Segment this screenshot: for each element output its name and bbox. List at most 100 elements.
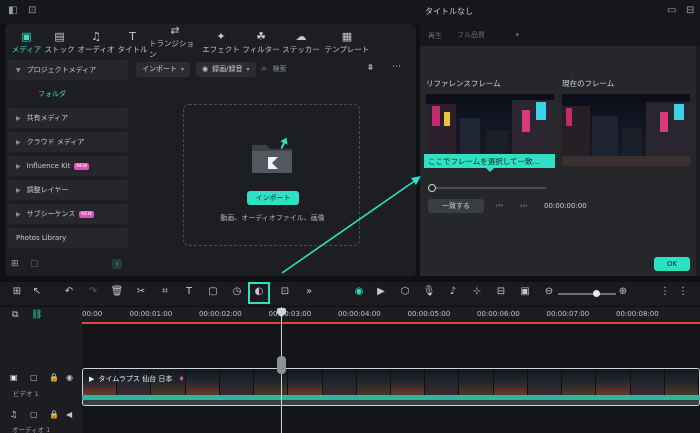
- more-tools-icon[interactable]: »: [302, 286, 316, 297]
- next-frame-icon[interactable]: ⏭: [520, 201, 527, 211]
- sidebar-item-label: プロジェクトメディア: [26, 66, 97, 74]
- audio-icon[interactable]: ♪: [446, 286, 460, 297]
- zoom-slider-handle[interactable]: [593, 290, 600, 297]
- sidebar-item-folder[interactable]: フォルダ: [8, 84, 128, 104]
- tab-title[interactable]: T タイトル: [116, 30, 149, 55]
- render-icon[interactable]: ◉: [352, 286, 366, 297]
- tab-template[interactable]: ▦ テンプレート: [321, 30, 373, 55]
- save-icon[interactable]: ⊡: [28, 5, 36, 16]
- zoom-slider-track[interactable]: [558, 293, 616, 295]
- screen-icon[interactable]: ▭: [667, 5, 676, 16]
- more-icon[interactable]: ⋯: [392, 62, 401, 72]
- tab-media[interactable]: ▣ メディア: [10, 30, 43, 55]
- split-scissors-icon[interactable]: ✂: [134, 286, 148, 297]
- search-input[interactable]: 検索: [273, 64, 287, 74]
- zoom-in-icon[interactable]: ⊕: [616, 286, 630, 297]
- frame-slider-handle[interactable]: [428, 184, 436, 192]
- sidebar-item-influence-kit[interactable]: ▶ Influence Kit NEW: [8, 156, 128, 176]
- ok-button[interactable]: OK: [654, 257, 690, 271]
- folder-icon[interactable]: ▢: [30, 373, 38, 382]
- more-options-icon[interactable]: ⋮: [676, 286, 690, 297]
- chevron-right-icon: ▶: [16, 186, 21, 194]
- track-height-icon[interactable]: ⋮: [658, 286, 672, 297]
- sidebar-item-photos-library[interactable]: Photos Library: [8, 228, 128, 248]
- zoom-out-icon[interactable]: ⊖: [542, 286, 556, 297]
- snap-icon[interactable]: ⊹: [470, 286, 484, 297]
- tab-filter[interactable]: ☘ フィルター: [241, 30, 281, 55]
- clip-title-bar: ▶ タイムラプス 仙台 日本 ♦: [89, 374, 185, 384]
- new-badge: NEW: [79, 210, 94, 218]
- timeline-tick-label: 00:00:02:00: [199, 310, 242, 318]
- chevron-down-icon: ▾: [181, 65, 185, 73]
- eye-icon[interactable]: ◉: [66, 373, 73, 382]
- effect-icon: ✦: [216, 29, 226, 43]
- sidebar-item-label: Influence Kit: [26, 162, 71, 170]
- redo-icon[interactable]: ↷: [86, 286, 100, 297]
- clip-thumbnail: [493, 369, 528, 395]
- lock-icon[interactable]: 🔒: [49, 410, 59, 419]
- filter-sort-icon[interactable]: ⩩: [368, 63, 373, 73]
- folder-icon[interactable]: ▢: [30, 410, 38, 419]
- window-title: タイトルなし: [425, 7, 473, 16]
- import-button[interactable]: インポート: [247, 191, 299, 205]
- quality-dropdown[interactable]: フル品質 ▾: [453, 28, 523, 42]
- match-button[interactable]: 一致する: [428, 199, 484, 213]
- undo-icon[interactable]: ↶: [62, 286, 76, 297]
- overlay-icon[interactable]: ▢: [206, 286, 220, 297]
- text-icon[interactable]: T: [182, 286, 196, 297]
- add-track-icon[interactable]: ⧉: [12, 310, 18, 320]
- panel-toggle-icon[interactable]: ◧: [8, 5, 17, 16]
- ai-tool-icon[interactable]: ⊡: [278, 286, 292, 297]
- sidebar-item-project-media[interactable]: ▼ プロジェクトメディア: [8, 60, 128, 80]
- clip-thumbnail: [390, 369, 426, 395]
- crop-icon[interactable]: ⌗: [158, 286, 172, 297]
- clip-thumbnail: [219, 369, 255, 395]
- collapse-sidebar-icon[interactable]: ‹: [112, 259, 122, 269]
- sidebar-item-label: Photos Library: [16, 234, 67, 242]
- import-dropdown[interactable]: インポート ▾: [136, 61, 191, 77]
- sidebar-item-shared-media[interactable]: ▶ 共有メディア: [8, 108, 128, 128]
- folder-icon[interactable]: ▢: [30, 259, 39, 269]
- sidebar-item-adjustment-layer[interactable]: ▶ 調整レイヤー: [8, 180, 128, 200]
- shield-icon[interactable]: ⬡: [398, 286, 412, 297]
- timeline-tick-label: 00:00:04:00: [338, 310, 381, 318]
- new-folder-icon[interactable]: ⊞: [11, 259, 19, 269]
- clip-title: タイムラプス 仙台 日本: [98, 375, 173, 383]
- video-clip[interactable]: ▶ タイムラプス 仙台 日本 ♦: [82, 368, 700, 406]
- sidebar-item-subsequence[interactable]: ▶ サブシーケンス NEW: [8, 204, 128, 224]
- timeline-tick-label: 00:00:07:00: [546, 310, 590, 318]
- caption-icon[interactable]: ⊟: [494, 286, 508, 297]
- layout-icon[interactable]: ⊟: [686, 5, 694, 16]
- play-preview-icon[interactable]: ▶: [374, 286, 388, 297]
- microphone-icon[interactable]: 🎙: [422, 286, 436, 297]
- import-dropdown-label: インポート: [142, 65, 177, 73]
- speaker-icon[interactable]: ◀: [66, 410, 72, 419]
- sidebar-item-cloud-media[interactable]: ▶ クラウド メディア: [8, 132, 128, 152]
- clip-thumbnail: [596, 369, 631, 395]
- timeline-ruler[interactable]: [82, 307, 700, 323]
- tab-sticker[interactable]: ☁ ステッカー: [281, 30, 321, 55]
- select-pointer-icon[interactable]: ↖: [30, 286, 44, 297]
- chevron-right-icon: ▶: [16, 162, 21, 170]
- lock-icon[interactable]: 🔒: [49, 373, 59, 382]
- clip-thumbnail: [322, 369, 357, 395]
- speed-icon[interactable]: ◷: [230, 286, 244, 297]
- prev-frame-icon[interactable]: ⏮: [496, 201, 503, 211]
- clip-thumbnail: [288, 369, 323, 395]
- video-track-label: ビデオ 1: [13, 390, 39, 398]
- tab-effect[interactable]: ✦ エフェクト: [201, 30, 241, 55]
- timecode: 00:00:00:00: [544, 202, 587, 210]
- link-icon[interactable]: ⛓: [31, 310, 42, 320]
- playhead-knob[interactable]: [277, 356, 286, 374]
- sticker-icon: ☁: [295, 29, 307, 43]
- tab-transition[interactable]: ⇄ トランジション: [149, 24, 201, 60]
- layout-grid-icon[interactable]: ⊞: [10, 286, 24, 297]
- record-dropdown[interactable]: ◉ 録画/録音 ▾: [196, 61, 256, 77]
- pip-icon[interactable]: ▣: [518, 286, 532, 297]
- tab-audio[interactable]: ♫ オーディオ: [76, 30, 116, 55]
- delete-icon[interactable]: 🗑: [110, 286, 124, 297]
- media-drop-zone[interactable]: インポート 動画、オーディオファイル、画像: [183, 104, 360, 246]
- tab-stock[interactable]: ▤ ストック: [43, 30, 76, 55]
- frame-slider-track[interactable]: [432, 187, 546, 189]
- top-bar: [0, 0, 700, 24]
